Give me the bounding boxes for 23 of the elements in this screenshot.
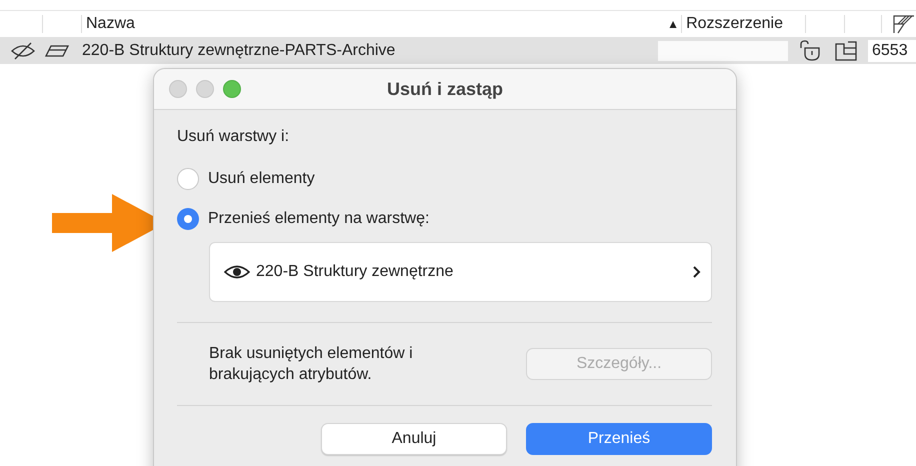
- prompt-label: Usuń warstwy i:: [177, 128, 290, 146]
- layer-icon[interactable]: [44, 42, 70, 58]
- info-text: Brak usuniętych elementów i brakujących atrybutów.: [209, 344, 414, 385]
- extension-field[interactable]: [658, 40, 788, 60]
- column-header[interactable]: Nazwa: [82, 15, 135, 33]
- cancel-button[interactable]: Anuluj: [321, 423, 507, 455]
- number-field[interactable]: 6553: [868, 40, 916, 62]
- chevron-icon: [693, 266, 701, 278]
- box-icon[interactable]: [834, 40, 858, 62]
- eye-icon: [224, 264, 250, 280]
- move-button[interactable]: Przenieś: [526, 423, 712, 455]
- radio-option[interactable]: Usuń elementy: [177, 168, 712, 190]
- column-header[interactable]: Rozszerzenie: [682, 15, 783, 33]
- lock-icon[interactable]: [798, 40, 822, 62]
- hatch-icon: [892, 14, 916, 34]
- layer-selector[interactable]: 220-B Struktury zewnętrzne: [209, 242, 712, 302]
- radio-option[interactable]: Przenieś elementy na warstwę:: [177, 208, 712, 230]
- layer-name: 220-B Struktury zewnętrzne-PARTS-Archive: [82, 42, 396, 60]
- table-row[interactable]: 220-B Struktury zewnętrzne-PARTS-Archive 6553: [0, 37, 916, 64]
- zoom-button[interactable]: [223, 80, 241, 98]
- sort-ascending-icon: ▲: [667, 17, 680, 31]
- hidden-eye-icon[interactable]: [10, 40, 36, 60]
- dialog-title: Usuń i zastąp: [386, 78, 504, 98]
